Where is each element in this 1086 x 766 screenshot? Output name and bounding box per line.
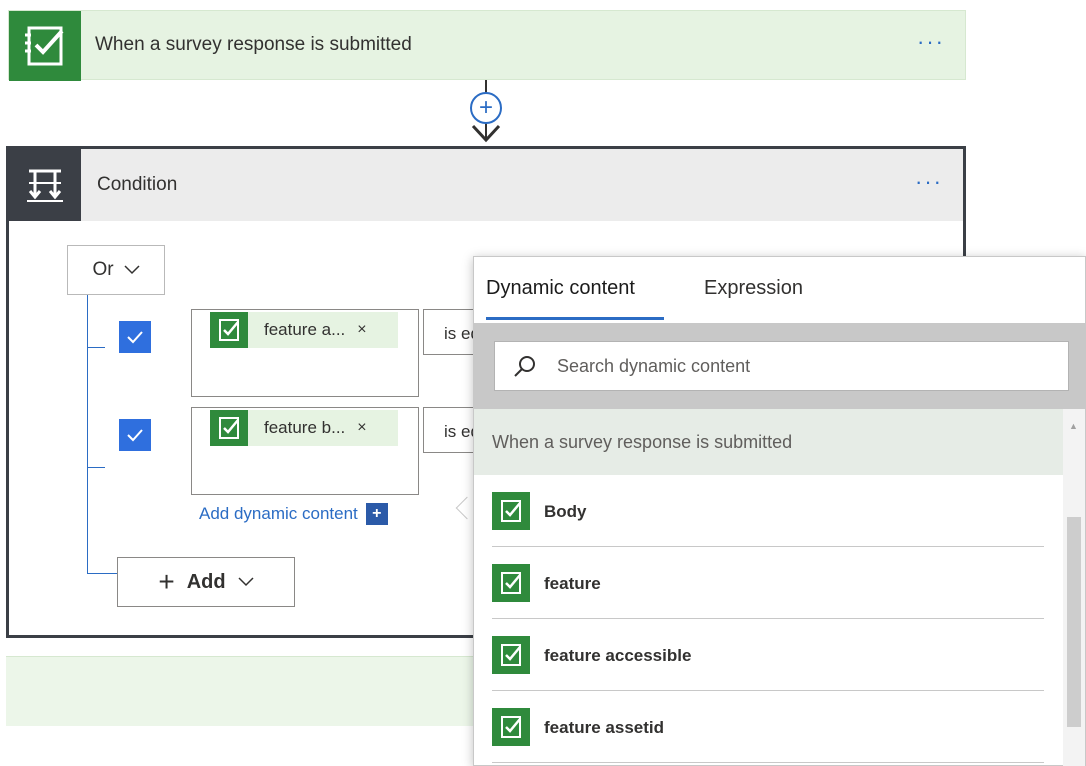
add-dynamic-content-icon: + [365, 503, 388, 525]
survey-check-icon [492, 564, 530, 602]
add-button[interactable]: + Add [117, 557, 295, 607]
insert-step-button[interactable]: + [470, 92, 502, 124]
dynamic-token[interactable]: feature b... × [210, 410, 398, 446]
trigger-card[interactable]: When a survey response is submitted ··· [8, 10, 966, 81]
checkmark-icon [127, 429, 143, 442]
remove-token-button[interactable]: × [357, 419, 366, 437]
survey-check-icon [210, 410, 248, 446]
dynamic-token[interactable]: feature a... × [210, 312, 398, 348]
dynamic-content-panel: Dynamic content Expression When a survey… [473, 256, 1086, 766]
item-label: feature [544, 574, 601, 593]
divider [492, 762, 1044, 763]
list-item[interactable]: feature accessible [474, 619, 1064, 691]
item-label: feature assetid [544, 718, 664, 737]
tab-expression[interactable]: Expression [704, 277, 803, 300]
next-step-card [6, 656, 476, 726]
search-input[interactable] [557, 355, 1037, 377]
dynamic-content-list: Body feature feature accessible feature … [474, 475, 1064, 763]
panel-tabs: Dynamic content Expression [474, 257, 1085, 323]
add-dynamic-content-link[interactable]: Add dynamic content + [199, 503, 388, 525]
survey-check-icon [492, 492, 530, 530]
remove-token-button[interactable]: × [357, 321, 366, 339]
condition-tree-line [87, 295, 88, 573]
condition-tree-branch [87, 467, 105, 468]
item-label: feature accessible [544, 646, 692, 665]
group-operator-value: Or [92, 259, 114, 280]
row-checkbox[interactable] [119, 321, 151, 353]
item-label: Body [544, 502, 587, 521]
condition-value-field[interactable]: feature a... × [191, 309, 419, 397]
scrollbar[interactable]: ▲ [1063, 409, 1085, 766]
add-button-label: Add [186, 570, 226, 593]
condition-header[interactable]: Condition ··· [9, 149, 963, 221]
token-label: feature a... [264, 320, 346, 339]
survey-check-icon [9, 11, 81, 81]
search-area [474, 323, 1085, 409]
tab-dynamic-content[interactable]: Dynamic content [486, 277, 635, 300]
plus-icon: + [478, 94, 493, 121]
group-operator-dropdown[interactable]: Or [67, 245, 165, 295]
condition-title: Condition [97, 174, 178, 195]
list-item[interactable]: feature assetid [474, 691, 1064, 763]
trigger-more-menu[interactable]: ··· [917, 31, 945, 53]
condition-more-menu[interactable]: ··· [915, 171, 943, 193]
scrollbar-thumb[interactable] [1067, 517, 1081, 727]
token-label: feature b... [264, 418, 346, 437]
condition-icon [9, 149, 81, 221]
add-dynamic-content-label: Add dynamic content [199, 504, 358, 523]
search-icon [511, 352, 539, 380]
checkmark-icon [127, 331, 143, 344]
active-tab-indicator [486, 317, 664, 320]
list-item[interactable]: Body [474, 475, 1064, 547]
condition-value-field[interactable]: feature b... × [191, 407, 419, 495]
condition-tree-branch [87, 573, 117, 574]
row-checkbox[interactable] [119, 419, 151, 451]
scroll-up-arrow-icon[interactable]: ▲ [1069, 421, 1078, 431]
survey-check-icon [492, 636, 530, 674]
condition-tree-branch [87, 347, 105, 348]
list-item[interactable]: feature [474, 547, 1064, 619]
search-box[interactable] [494, 341, 1069, 391]
survey-check-icon [210, 312, 248, 348]
arrow-down-icon [471, 124, 501, 143]
plus-icon: + [158, 566, 175, 597]
survey-check-icon [492, 708, 530, 746]
group-header: When a survey response is submitted [474, 409, 1064, 475]
trigger-title: When a survey response is submitted [95, 34, 412, 55]
chevron-down-icon [124, 265, 140, 275]
chevron-down-icon [238, 577, 254, 587]
